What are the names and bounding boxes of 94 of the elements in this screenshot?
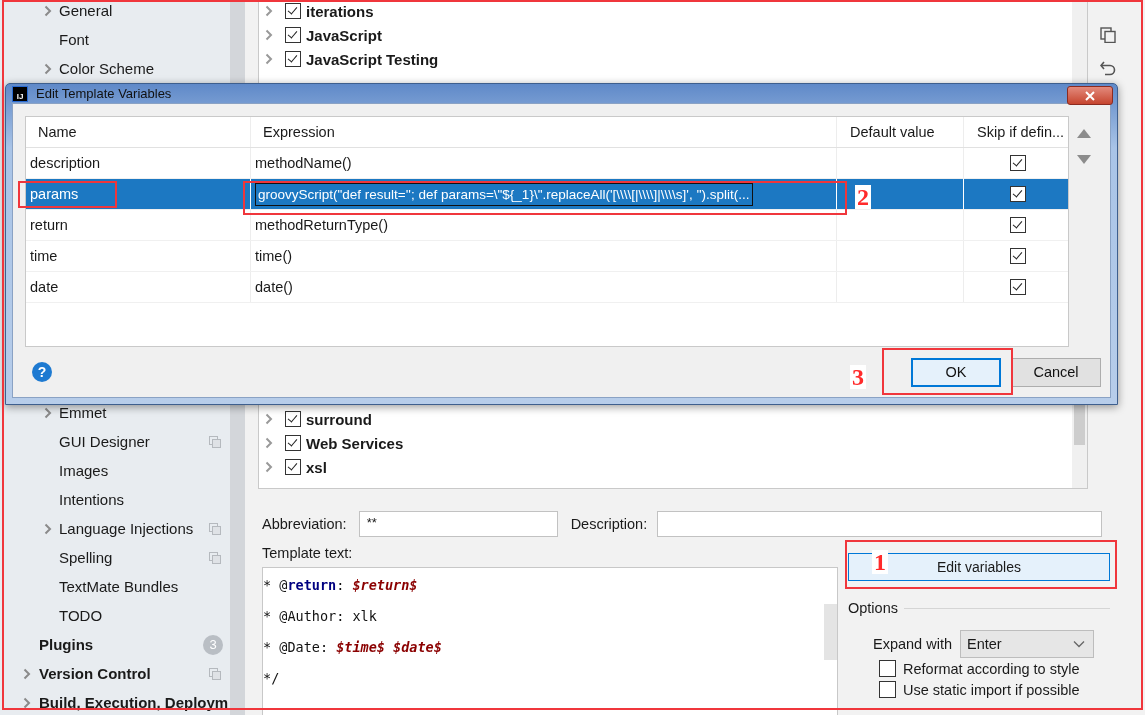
group-label: xsl bbox=[306, 458, 327, 476]
sidebar-item[interactable]: GUI Designer bbox=[0, 427, 230, 456]
window-title: Edit Template Variables bbox=[36, 86, 172, 101]
chevron-icon bbox=[265, 437, 273, 449]
chevron-icon bbox=[44, 406, 52, 419]
expand-with-dropdown[interactable]: Enter bbox=[960, 630, 1094, 658]
table-row[interactable]: return methodReturnType() bbox=[26, 210, 1068, 241]
checkbox[interactable] bbox=[879, 681, 896, 698]
help-button[interactable]: ? bbox=[32, 362, 52, 382]
abbreviation-label: Abbreviation: bbox=[262, 516, 347, 532]
checkbox[interactable] bbox=[285, 3, 301, 19]
checkbox[interactable] bbox=[285, 435, 301, 451]
table-row[interactable]: time time() bbox=[26, 241, 1068, 272]
group-label: JavaScript bbox=[306, 26, 382, 44]
sidebar-item[interactable]: Color Scheme bbox=[0, 54, 230, 83]
chevron-icon bbox=[265, 461, 273, 473]
group-label: iterations bbox=[306, 2, 374, 20]
table-cell: methodName() bbox=[251, 148, 837, 178]
column-header[interactable]: Expression bbox=[251, 117, 837, 147]
group-label: surround bbox=[306, 410, 372, 428]
annotation-number: 1 bbox=[872, 550, 888, 574]
table-cell: date bbox=[26, 272, 251, 302]
copy-icon[interactable] bbox=[1100, 27, 1116, 43]
undo-icon[interactable] bbox=[1100, 60, 1116, 76]
checkbox[interactable] bbox=[1010, 186, 1026, 202]
table-cell: time bbox=[26, 241, 251, 271]
options-title: Options bbox=[848, 600, 898, 616]
sidebar-item[interactable]: Build, Execution, Deploym bbox=[0, 688, 230, 715]
close-icon[interactable] bbox=[1085, 90, 1095, 101]
checkbox[interactable] bbox=[285, 411, 301, 427]
copy-icon bbox=[209, 551, 221, 564]
table-cell: return bbox=[26, 210, 251, 240]
chevron-icon bbox=[44, 4, 52, 17]
group-label: JavaScript Testing bbox=[306, 50, 439, 68]
chevron-icon bbox=[265, 53, 273, 65]
annotation-number: 2 bbox=[855, 185, 871, 209]
table-cell: date() bbox=[251, 272, 837, 302]
column-header[interactable]: Default value bbox=[837, 117, 964, 147]
group-label: Web Services bbox=[306, 434, 404, 452]
checkbox[interactable] bbox=[285, 459, 301, 475]
code-line: * @return: $return$ bbox=[263, 576, 419, 595]
abbreviation-field[interactable]: ** bbox=[358, 511, 558, 537]
table-cell: description bbox=[26, 148, 251, 178]
caret-icon bbox=[1073, 640, 1085, 648]
code-line: * @Date: $time$ $date$ bbox=[263, 638, 443, 657]
sidebar-item[interactable]: Spelling bbox=[0, 543, 230, 572]
template-editor[interactable]: * @return: $return$ * @Author: xlk * @Date: $time$ $date$ */ bbox=[262, 567, 838, 715]
chevron-icon bbox=[44, 62, 52, 75]
expand-with-label: Expand with bbox=[873, 636, 952, 652]
checkbox[interactable] bbox=[879, 660, 896, 677]
code-line: */ bbox=[263, 669, 281, 688]
column-header[interactable]: Skip if defin... bbox=[964, 117, 1068, 147]
chevron-icon bbox=[265, 5, 273, 17]
annotation-number: 3 bbox=[850, 365, 866, 389]
copy-icon bbox=[209, 522, 221, 535]
chevron-icon bbox=[265, 29, 273, 41]
chevron-icon bbox=[23, 696, 31, 709]
description-label: Description: bbox=[570, 516, 648, 532]
move-down-icon[interactable] bbox=[1077, 155, 1091, 164]
sidebar-item[interactable]: General bbox=[0, 0, 230, 25]
scrollbar-thumb[interactable] bbox=[824, 604, 837, 660]
cancel-button[interactable]: Cancel bbox=[1011, 357, 1101, 387]
chevron-icon bbox=[44, 522, 52, 535]
description-field[interactable] bbox=[657, 511, 1103, 537]
checkbox[interactable] bbox=[1010, 217, 1026, 233]
option-label: Reformat according to style bbox=[903, 660, 1080, 677]
chevron-icon bbox=[265, 413, 273, 425]
sidebar-item[interactable]: Language Injections bbox=[0, 514, 230, 543]
ok-button[interactable]: OK bbox=[911, 357, 1001, 387]
sidebar-item[interactable]: Images bbox=[0, 456, 230, 485]
table-row[interactable]: date date() bbox=[26, 272, 1068, 303]
checkbox[interactable] bbox=[285, 51, 301, 67]
app-logo: IJ bbox=[12, 85, 28, 102]
move-up-icon[interactable] bbox=[1077, 129, 1091, 138]
sidebar-item[interactable]: Font bbox=[0, 25, 230, 54]
template-text-label: Template text: bbox=[262, 544, 354, 563]
copy-icon bbox=[209, 435, 221, 448]
column-header[interactable]: Name bbox=[26, 117, 251, 147]
checkbox[interactable] bbox=[1010, 248, 1026, 264]
sidebar-item[interactable]: Plugins 3 bbox=[0, 630, 230, 659]
copy-icon bbox=[209, 667, 221, 680]
sidebar-item[interactable]: Intentions bbox=[0, 485, 230, 514]
sidebar-item[interactable]: Version Control bbox=[0, 659, 230, 688]
option-label: Use static import if possible bbox=[903, 681, 1080, 698]
count-badge: 3 bbox=[203, 634, 223, 655]
checkbox[interactable] bbox=[285, 27, 301, 43]
sidebar-item[interactable]: Emmet bbox=[0, 398, 230, 427]
checkbox[interactable] bbox=[1010, 155, 1026, 171]
checkbox[interactable] bbox=[1010, 279, 1026, 295]
table-cell: time() bbox=[251, 241, 837, 271]
chevron-icon bbox=[23, 667, 31, 680]
code-line: * @Author: xlk bbox=[263, 607, 378, 626]
sidebar-item[interactable]: TODO bbox=[0, 601, 230, 630]
sidebar-item[interactable]: TextMate Bundles bbox=[0, 572, 230, 601]
